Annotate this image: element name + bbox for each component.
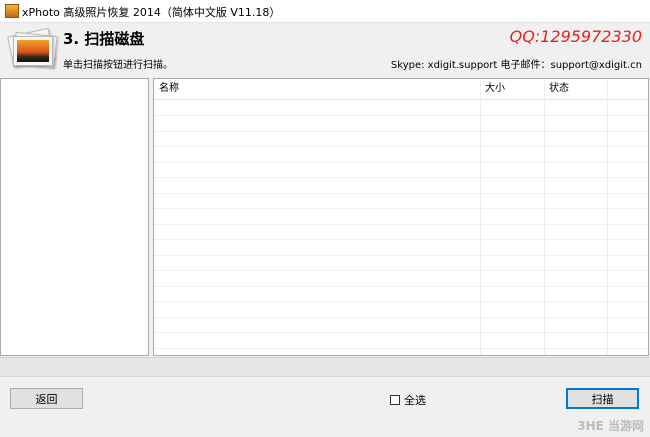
row-gridline [154, 115, 648, 116]
photos-logo-icon [7, 27, 58, 72]
row-gridline [154, 301, 648, 302]
step-title: 3. 扫描磁盘 [63, 30, 145, 48]
file-list-header: 名称 大小 状态 [154, 79, 648, 100]
row-gridline [154, 161, 648, 163]
scan-button[interactable]: 扫描 [566, 388, 639, 409]
row-gridline [154, 239, 648, 240]
checkbox-box[interactable] [390, 395, 400, 405]
row-gridline [154, 332, 648, 333]
column-header-size[interactable]: 大小 [480, 79, 544, 99]
column-divider [480, 79, 481, 355]
file-list[interactable]: 名称 大小 状态 [153, 78, 649, 356]
row-gridline [154, 177, 648, 178]
row-gridline [154, 208, 648, 209]
column-divider [544, 79, 545, 355]
row-gridline [154, 192, 648, 194]
status-bar [0, 357, 650, 377]
column-divider [607, 79, 608, 355]
back-button[interactable]: 返回 [10, 388, 83, 409]
window-title: xPhoto 高级照片恢复 2014（简体中文版 V11.18） [22, 6, 281, 19]
row-gridline [154, 347, 648, 349]
column-header-status[interactable]: 状态 [544, 79, 607, 99]
title-bar: xPhoto 高级照片恢复 2014（简体中文版 V11.18） [0, 0, 650, 23]
row-gridline [154, 223, 648, 225]
app-icon [5, 4, 19, 18]
page-header: 3. 扫描磁盘 QQ:1295972330 单击扫描按钮进行扫描。 Skype:… [0, 23, 650, 75]
select-all-checkbox[interactable]: 全选 [390, 392, 426, 407]
row-gridline [154, 130, 648, 132]
row-gridline [154, 316, 648, 318]
column-header-name[interactable]: 名称 [154, 79, 480, 99]
row-gridline [154, 254, 648, 256]
qq-contact: QQ:1295972330 [509, 27, 642, 46]
contact-info: Skype: xdigit.support 电子邮件：support@xdigi… [390, 60, 642, 71]
select-all-label: 全选 [404, 394, 426, 407]
row-gridline [154, 270, 648, 271]
drive-tree-panel[interactable] [0, 78, 149, 356]
row-gridline [154, 285, 648, 287]
instruction-text: 单击扫描按钮进行扫描。 [63, 60, 173, 71]
site-watermark: 3HE 当游网 [577, 419, 644, 433]
row-gridline [154, 146, 648, 147]
